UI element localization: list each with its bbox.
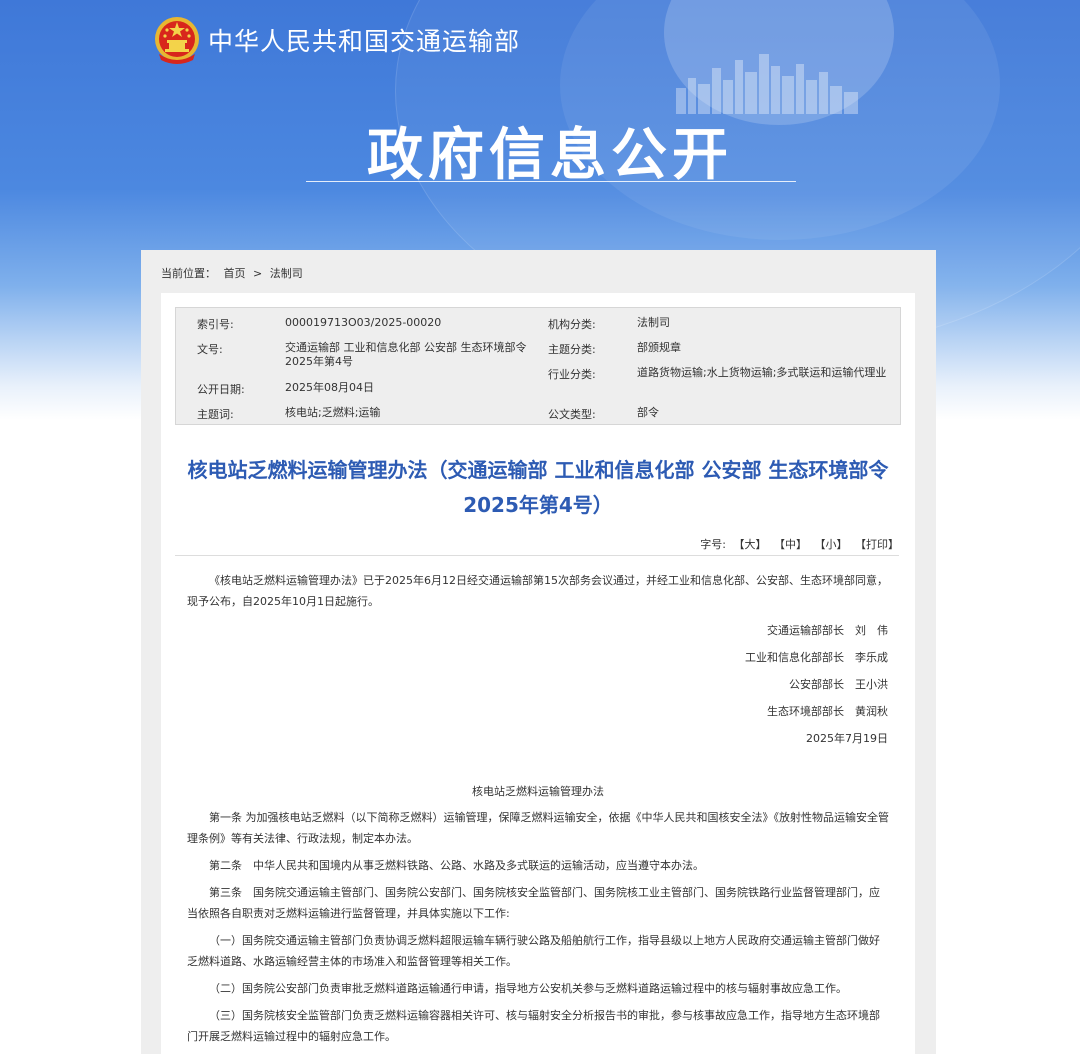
meta-value-org: 法制司	[637, 316, 670, 329]
article-paragraph: （三）国务院核安全监管部门负责乏燃料运输容器相关许可、核与辐射安全分析报告书的审…	[187, 1009, 880, 1043]
article-paragraph: 第一条 为加强核电站乏燃料（以下简称乏燃料）运输管理，保障乏燃料运输安全，依据《…	[187, 811, 889, 845]
breadcrumb-current-link[interactable]: 法制司	[270, 267, 303, 280]
article-3: 第三条 国务院交通运输主管部门、国务院公安部门、国务院核安全监管部门、国务院核工…	[187, 882, 889, 924]
article-item-3: （三）国务院核安全监管部门负责乏燃料运输容器相关许可、核与辐射安全分析报告书的审…	[187, 1005, 889, 1047]
article-1: 第一条 为加强核电站乏燃料（以下简称乏燃料）运输管理，保障乏燃料运输安全，依据《…	[187, 807, 889, 849]
breadcrumb-home-link[interactable]: 首页	[224, 267, 246, 280]
article-item-1: （一）国务院交通运输主管部门负责协调乏燃料超限运输车辆行驶公路及船舶航行工作，指…	[187, 930, 889, 972]
font-size-toolbar: 字号: 【大】 【中】 【小】 【打印】	[700, 536, 899, 552]
document-title: 核电站乏燃料运输管理办法（交通运输部 工业和信息化部 公安部 生态环境部令202…	[187, 458, 889, 517]
intro-paragraph: 《核电站乏燃料运输管理办法》已于2025年6月12日经交通运输部第15次部务会议…	[187, 570, 889, 612]
meta-value-industry: 道路货物运输;水上货物运输;多式联运和运输代理业	[637, 366, 887, 379]
meta-value-type: 部令	[637, 406, 659, 419]
content-panel: 当前位置： 首页 > 法制司 索引号: 000019713O03/2025-00…	[141, 250, 936, 1063]
breadcrumb: 当前位置： 首页 > 法制司	[161, 265, 307, 281]
meta-label-topic: 主题分类:	[548, 343, 596, 356]
intro-text: 《核电站乏燃料运输管理办法》已于2025年6月12日经交通运输部第15次部务会议…	[187, 574, 888, 608]
meta-value-keywords: 核电站;乏燃料;运输	[285, 406, 381, 419]
signature-transport: 交通运输部部长 刘 伟	[767, 624, 888, 637]
metadata-table: 索引号: 000019713O03/2025-00020 机构分类: 法制司 文…	[175, 307, 901, 425]
meta-value-topic: 部颁规章	[637, 341, 681, 354]
font-large-button[interactable]: 【大】	[734, 538, 767, 551]
signature-date: 2025年7月19日	[806, 732, 888, 745]
signature-miit: 工业和信息化部部长 李乐成	[745, 651, 888, 664]
article-container: 索引号: 000019713O03/2025-00020 机构分类: 法制司 文…	[161, 293, 915, 1063]
signature-environment: 生态环境部部长 黄润秋	[767, 705, 888, 718]
breadcrumb-label: 当前位置：	[161, 267, 216, 280]
signature-public-security: 公安部部长 王小洪	[789, 678, 888, 691]
meta-value-docno: 交通运输部 工业和信息化部 公安部 生态环境部令2025年第4号	[285, 341, 527, 368]
national-emblem-icon	[155, 17, 199, 64]
font-size-label: 字号:	[700, 538, 726, 551]
meta-value-date: 2025年08月04日	[285, 381, 374, 394]
meta-label-type: 公文类型:	[548, 408, 596, 421]
meta-label-keywords: 主题词:	[197, 408, 234, 421]
font-small-button[interactable]: 【小】	[815, 538, 848, 551]
font-medium-button[interactable]: 【中】	[774, 538, 807, 551]
meta-label-industry: 行业分类:	[548, 368, 596, 381]
city-skyline-icon	[676, 54, 858, 114]
title-underline	[306, 181, 796, 182]
article-paragraph: 第三条 国务院交通运输主管部门、国务院公安部门、国务院核安全监管部门、国务院核工…	[187, 886, 880, 920]
breadcrumb-separator: >	[253, 267, 263, 280]
article-paragraph: 第二条 中华人民共和国境内从事乏燃料铁路、公路、水路及多式联运的运输活动，应当遵…	[209, 859, 704, 872]
meta-value-index: 000019713O03/2025-00020	[285, 316, 442, 329]
meta-label-index: 索引号:	[197, 318, 234, 331]
article-paragraph: （二）国务院公安部门负责审批乏燃料道路运输通行申请，指导地方公安机关参与乏燃料道…	[209, 982, 847, 995]
site-name[interactable]: 中华人民共和国交通运输部	[208, 22, 520, 58]
article-item-2: （二）国务院公安部门负责审批乏燃料道路运输通行申请，指导地方公安机关参与乏燃料道…	[187, 978, 889, 999]
law-title: 核电站乏燃料运输管理办法	[472, 785, 604, 798]
meta-label-org: 机构分类:	[548, 318, 596, 331]
divider	[175, 555, 899, 556]
article-2: 第二条 中华人民共和国境内从事乏燃料铁路、公路、水路及多式联运的运输活动，应当遵…	[187, 855, 889, 876]
page-title: 政府信息公开	[367, 123, 733, 188]
meta-label-date: 公开日期:	[197, 383, 245, 396]
meta-label-docno: 文号:	[197, 343, 223, 356]
print-button[interactable]: 【打印】	[855, 538, 899, 551]
article-paragraph: （一）国务院交通运输主管部门负责协调乏燃料超限运输车辆行驶公路及船舶航行工作，指…	[187, 934, 880, 968]
